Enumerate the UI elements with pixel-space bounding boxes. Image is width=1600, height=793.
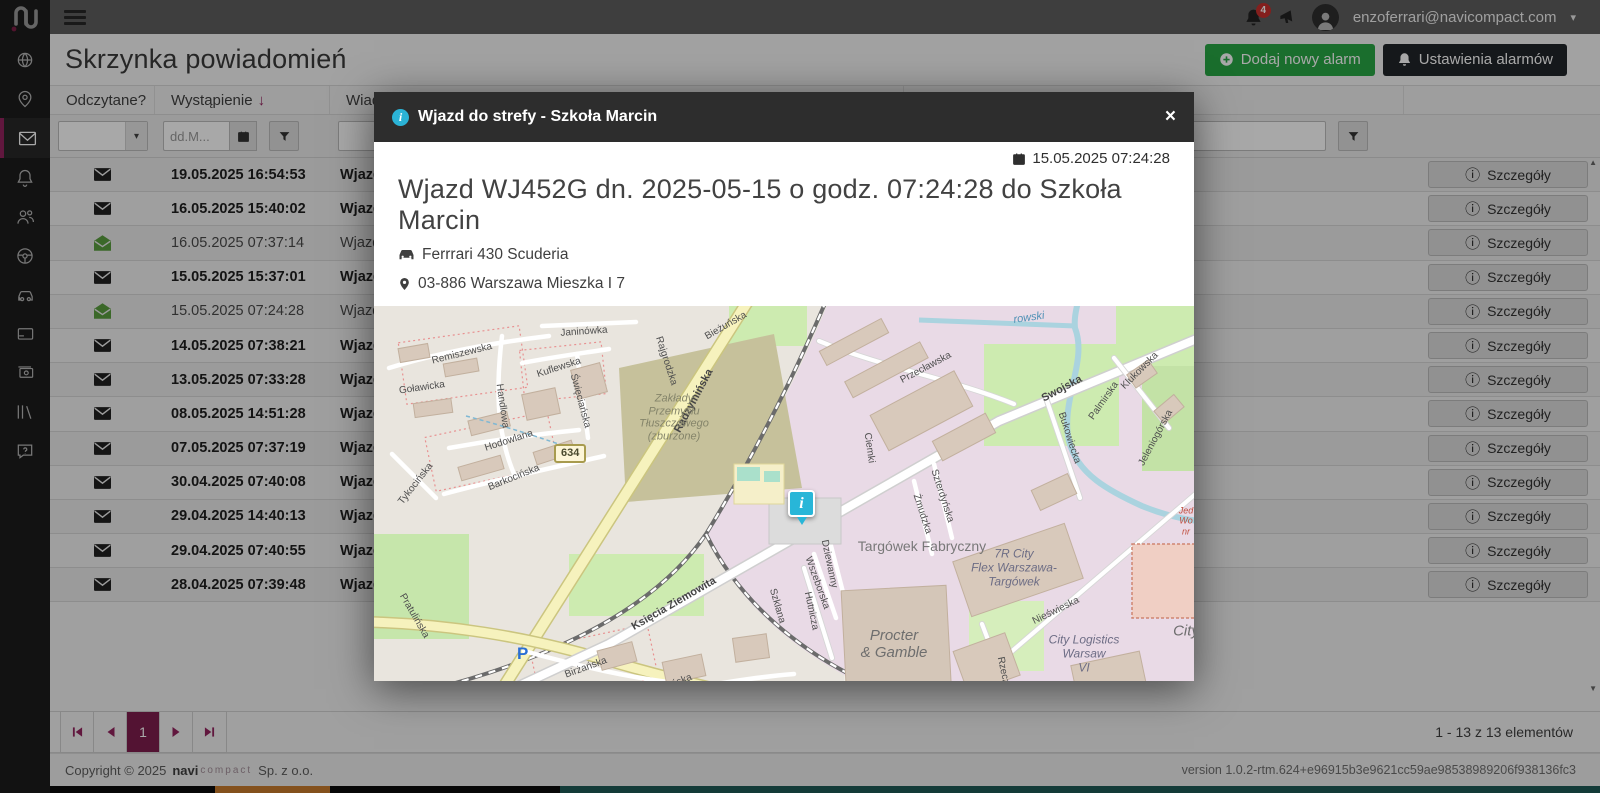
app-root: 4 enzoferrari@navicompact.com ▾ Skrzynka… [0, 0, 1600, 793]
map[interactable]: Remiszewska Goławicka Handlowa Kuflewska… [374, 306, 1194, 681]
event-map-marker[interactable]: i [788, 490, 815, 517]
close-icon[interactable]: × [1165, 106, 1176, 128]
info-icon: i [392, 109, 409, 126]
parking-icon: P [517, 644, 528, 664]
event-heading: Wjazd WJ452G dn. 2025-05-15 o godz. 07:2… [398, 174, 1170, 236]
event-datetime: 15.05.2025 07:24:28 [398, 150, 1170, 167]
modal-title: Wjazd do strefy - Szkoła Marcin [418, 108, 657, 126]
location-pin-icon [398, 276, 411, 292]
address-line: 03-886 Warszawa Mieszka I 7 [398, 275, 1170, 293]
modal-header: i Wjazd do strefy - Szkoła Marcin × [374, 92, 1194, 142]
map-canvas [374, 306, 1194, 681]
road-shield-634: 634 [554, 444, 586, 463]
vehicle-line: Ferrrari 430 Scuderia [398, 246, 1170, 264]
notification-modal: i Wjazd do strefy - Szkoła Marcin × 15.0… [374, 92, 1194, 681]
calendar-icon [1012, 152, 1026, 166]
modal-body: 15.05.2025 07:24:28 Wjazd WJ452G dn. 202… [374, 142, 1194, 304]
car-icon [398, 248, 415, 262]
